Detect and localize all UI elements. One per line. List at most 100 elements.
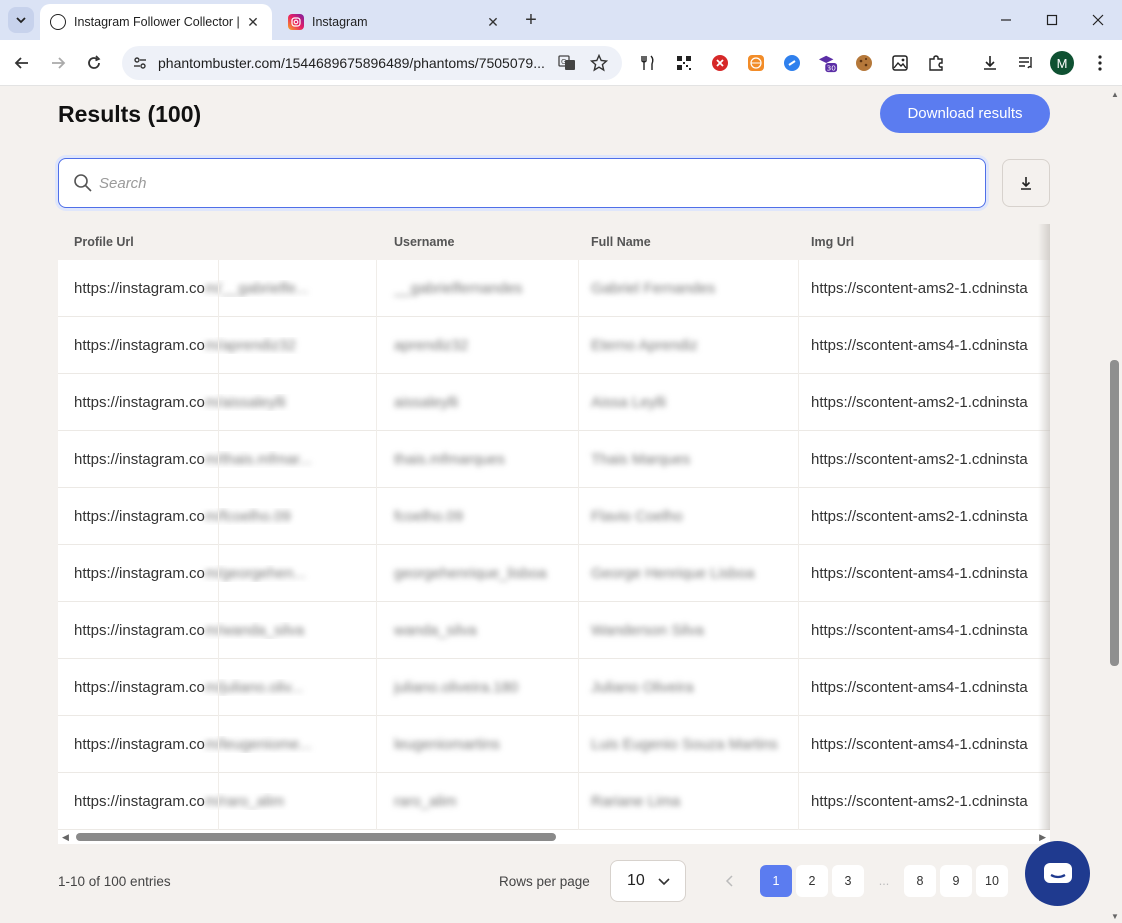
column-header-img-url[interactable]: Img Url	[811, 235, 854, 249]
cell-username: aissaleylli	[394, 394, 459, 411]
cell-profile-url[interactable]: https://instagram.com/georgehen...	[74, 565, 374, 582]
maximize-icon[interactable]	[1040, 8, 1064, 32]
minimize-icon[interactable]	[994, 8, 1018, 32]
close-window-icon[interactable]	[1086, 8, 1110, 32]
profile-url-visible: https://instagram.co	[74, 679, 205, 696]
extension-graduation-icon[interactable]: 30	[818, 53, 838, 73]
table-row[interactable]: https://instagram.com/aprendiz32 aprendiz…	[58, 317, 1050, 374]
downloads-icon[interactable]	[980, 53, 1000, 73]
column-divider	[218, 602, 219, 659]
new-tab-button[interactable]: +	[520, 9, 542, 31]
extension-cookie-icon[interactable]	[854, 53, 874, 73]
export-button[interactable]	[1002, 159, 1050, 207]
cell-img-url: https://scontent-ams4-1.cdninsta	[811, 622, 1028, 639]
extension-image-icon[interactable]	[890, 53, 910, 73]
vertical-scroll-thumb[interactable]	[1110, 360, 1119, 666]
reading-list-icon[interactable]	[1016, 53, 1036, 73]
column-divider	[218, 773, 219, 830]
page-button-2[interactable]: 2	[796, 865, 828, 897]
page-button-8[interactable]: 8	[904, 865, 936, 897]
page-title: Results (100)	[58, 101, 202, 127]
address-bar[interactable]: phantombuster.com/1544689675896489/phant…	[122, 46, 622, 80]
prev-page-button[interactable]	[714, 865, 746, 897]
table-row[interactable]: https://instagram.com/raro_alim raro_alim…	[58, 773, 1050, 830]
table-row[interactable]: https://instagram.com/fcoelho.09 fcoelho.…	[58, 488, 1050, 545]
column-divider	[798, 659, 799, 716]
table-row[interactable]: https://instagram.com/__gabrielfe... __ga…	[58, 260, 1050, 317]
cell-img-url: https://scontent-ams4-1.cdninsta	[811, 736, 1028, 753]
tab-instagram[interactable]: Instagram ✕	[278, 4, 512, 40]
column-header-profile-url[interactable]: Profile Url	[74, 235, 134, 249]
chevron-left-icon	[725, 875, 733, 887]
browser-toolbar: phantombuster.com/1544689675896489/phant…	[0, 40, 1122, 86]
cell-username: aprendiz32	[394, 337, 469, 354]
cell-profile-url[interactable]: https://instagram.com/wanda_silva	[74, 622, 374, 639]
close-tab-icon[interactable]: ✕	[484, 13, 502, 31]
cell-profile-url[interactable]: https://instagram.com/fcoelho.09	[74, 508, 374, 525]
scroll-right-icon[interactable]: ▶	[1039, 832, 1046, 843]
page-button-1[interactable]: 1	[760, 865, 792, 897]
extension-link-icon[interactable]	[782, 53, 802, 73]
horizontal-scroll-thumb[interactable]	[76, 833, 556, 841]
back-icon[interactable]	[10, 51, 34, 75]
close-tab-icon[interactable]: ✕	[244, 13, 262, 31]
column-divider	[218, 317, 219, 374]
reload-icon[interactable]	[82, 51, 106, 75]
scroll-left-icon[interactable]: ◀	[62, 832, 69, 843]
svg-text:G: G	[561, 58, 566, 66]
tab-search-button[interactable]	[8, 7, 34, 33]
forward-icon[interactable]	[46, 51, 70, 75]
extension-globe-icon[interactable]	[746, 53, 766, 73]
table-edge-shadow	[1038, 224, 1050, 844]
cell-profile-url[interactable]: https://instagram.com/aissaleylli	[74, 394, 374, 411]
column-header-username[interactable]: Username	[394, 235, 454, 249]
profile-url-redacted: m/wanda_silva	[204, 622, 305, 639]
cell-profile-url[interactable]: https://instagram.com/aprendiz32	[74, 337, 374, 354]
cell-profile-url[interactable]: https://instagram.com/__gabrielfe...	[74, 280, 374, 297]
table-row[interactable]: https://instagram.com/wanda_silva wanda_s…	[58, 602, 1050, 659]
extension-qr-icon[interactable]	[674, 53, 694, 73]
column-divider	[578, 545, 579, 602]
table-row[interactable]: https://instagram.com/leugeniome... leuge…	[58, 716, 1050, 773]
download-icon	[1021, 177, 1031, 190]
profile-url-visible: https://instagram.co	[74, 793, 205, 810]
cell-username: juliano.oliveira.180	[394, 679, 519, 696]
page-button-9[interactable]: 9	[940, 865, 972, 897]
cell-username: __gabrielfernandes	[394, 280, 523, 297]
cell-profile-url[interactable]: https://instagram.com/raro_alim	[74, 793, 374, 810]
support-chat-button[interactable]	[1025, 841, 1090, 906]
extension-block-icon[interactable]	[710, 53, 730, 73]
table-row[interactable]: https://instagram.com/thais.mfmar... thai…	[58, 431, 1050, 488]
horizontal-scrollbar[interactable]: ◀ ▶	[58, 830, 1050, 844]
translate-icon[interactable]: G	[558, 55, 576, 71]
extension-utensils-icon[interactable]	[638, 53, 658, 73]
profile-avatar[interactable]: M	[1050, 51, 1074, 75]
scroll-down-icon[interactable]: ▼	[1111, 912, 1119, 921]
menu-kebab-icon[interactable]	[1090, 53, 1110, 73]
page-button-10[interactable]: 10	[976, 865, 1008, 897]
phantom-icon	[50, 14, 66, 30]
bookmark-star-icon[interactable]	[590, 54, 608, 72]
table-header: Profile Url Username Full Name Img Url	[58, 224, 1050, 260]
site-settings-icon[interactable]	[132, 55, 148, 71]
scroll-up-icon[interactable]: ▲	[1111, 90, 1119, 99]
cell-full-name: Eterno Aprendiz	[591, 337, 698, 354]
cell-profile-url[interactable]: https://instagram.com/thais.mfmar...	[74, 451, 374, 468]
cell-profile-url[interactable]: https://instagram.com/juliano.oliv...	[74, 679, 374, 696]
vertical-scrollbar[interactable]: ▲ ▼	[1108, 86, 1122, 923]
table-row[interactable]: https://instagram.com/georgehen... george…	[58, 545, 1050, 602]
tab-title: Instagram	[312, 15, 368, 29]
page-button-3[interactable]: 3	[832, 865, 864, 897]
cell-profile-url[interactable]: https://instagram.com/leugeniome...	[74, 736, 374, 753]
table-row[interactable]: https://instagram.com/juliano.oliv... jul…	[58, 659, 1050, 716]
extensions-puzzle-icon[interactable]	[926, 53, 946, 73]
tab-phantombuster[interactable]: Instagram Follower Collector | P ✕	[40, 4, 272, 40]
profile-url-visible: https://instagram.co	[74, 280, 205, 297]
table-row[interactable]: https://instagram.com/aissaleylli aissale…	[58, 374, 1050, 431]
cell-full-name: Flavio Coelho	[591, 508, 683, 525]
download-results-button[interactable]: Download results	[880, 94, 1050, 133]
column-divider	[376, 545, 377, 602]
search-input[interactable]	[99, 169, 959, 197]
rows-per-page-select[interactable]: 10	[610, 860, 686, 902]
column-header-full-name[interactable]: Full Name	[591, 235, 651, 249]
